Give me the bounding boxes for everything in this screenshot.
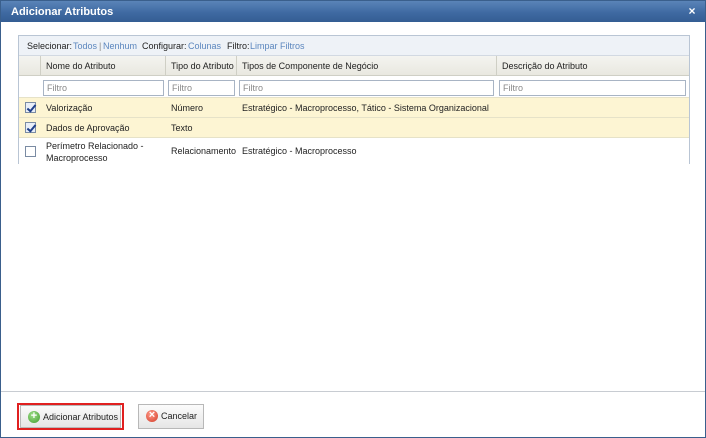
row-component-types: Estratégico - Macroprocesso (242, 146, 357, 156)
filter-type-input[interactable] (168, 80, 235, 96)
row-attribute-name: Valorização (46, 103, 93, 113)
table-row[interactable]: Perímetro Relacionado - Macroprocesso Re… (19, 137, 689, 164)
grid-toolbar: Selecionar: Todos | Nenhum Configurar: C… (19, 36, 689, 56)
filter-name-input[interactable] (43, 80, 164, 96)
filter-label: Filtro: (227, 41, 250, 51)
filter-row (19, 77, 689, 99)
table-row[interactable]: Valorização Número Estratégico - Macropr… (19, 97, 689, 117)
grid-header: Nome do Atributo Tipo do Atributo Tipos … (19, 56, 689, 76)
columns-link[interactable]: Colunas (188, 41, 221, 51)
row-checkbox[interactable] (25, 102, 36, 113)
row-attribute-type: Relacionamento (171, 146, 237, 156)
clear-filters-link[interactable]: Limpar Filtros (250, 41, 305, 51)
row-attribute-name: Dados de Aprovação (46, 123, 130, 133)
header-attribute-type[interactable]: Tipo do Atributo (166, 56, 237, 76)
row-component-types: Estratégico - Macroprocesso, Tático - Si… (242, 103, 489, 113)
add-attributes-dialog: Adicionar Atributos × Selecionar: Todos … (0, 0, 706, 438)
add-attributes-button-label: Adicionar Atributos (43, 412, 119, 422)
add-icon (28, 410, 40, 423)
close-icon[interactable]: × (685, 4, 699, 18)
select-none-link[interactable]: Nenhum (103, 41, 137, 51)
cancel-icon (146, 409, 158, 422)
filter-components-input[interactable] (239, 80, 494, 96)
config-label: Configurar: (142, 41, 187, 51)
table-row[interactable]: Dados de Aprovação Texto (19, 117, 689, 137)
row-checkbox[interactable] (25, 146, 36, 157)
header-component-types[interactable]: Tipos de Componente de Negócio (237, 56, 497, 76)
header-attribute-name[interactable]: Nome do Atributo (41, 56, 166, 76)
row-checkbox[interactable] (25, 122, 36, 133)
dialog-titlebar[interactable]: Adicionar Atributos × (1, 1, 705, 22)
select-all-link[interactable]: Todos (73, 41, 97, 51)
select-label: Selecionar: (27, 41, 73, 51)
add-button-focus-outline: Adicionar Atributos (17, 403, 124, 430)
cancel-button[interactable]: Cancelar (138, 404, 204, 429)
toolbar-separator: | (99, 41, 102, 51)
attributes-grid: Selecionar: Todos | Nenhum Configurar: C… (18, 35, 690, 164)
dialog-title: Adicionar Atributos (11, 6, 114, 18)
row-attribute-type: Número (171, 103, 204, 113)
row-attribute-name: Perímetro Relacionado - Macroprocesso (46, 141, 144, 163)
add-attributes-button[interactable]: Adicionar Atributos (20, 405, 121, 428)
filter-description-input[interactable] (499, 80, 686, 96)
header-attribute-description[interactable]: Descrição do Atributo (497, 56, 689, 76)
row-attribute-type: Texto (171, 123, 193, 133)
cancel-button-label: Cancelar (161, 411, 198, 421)
header-checkbox-column (19, 56, 41, 76)
